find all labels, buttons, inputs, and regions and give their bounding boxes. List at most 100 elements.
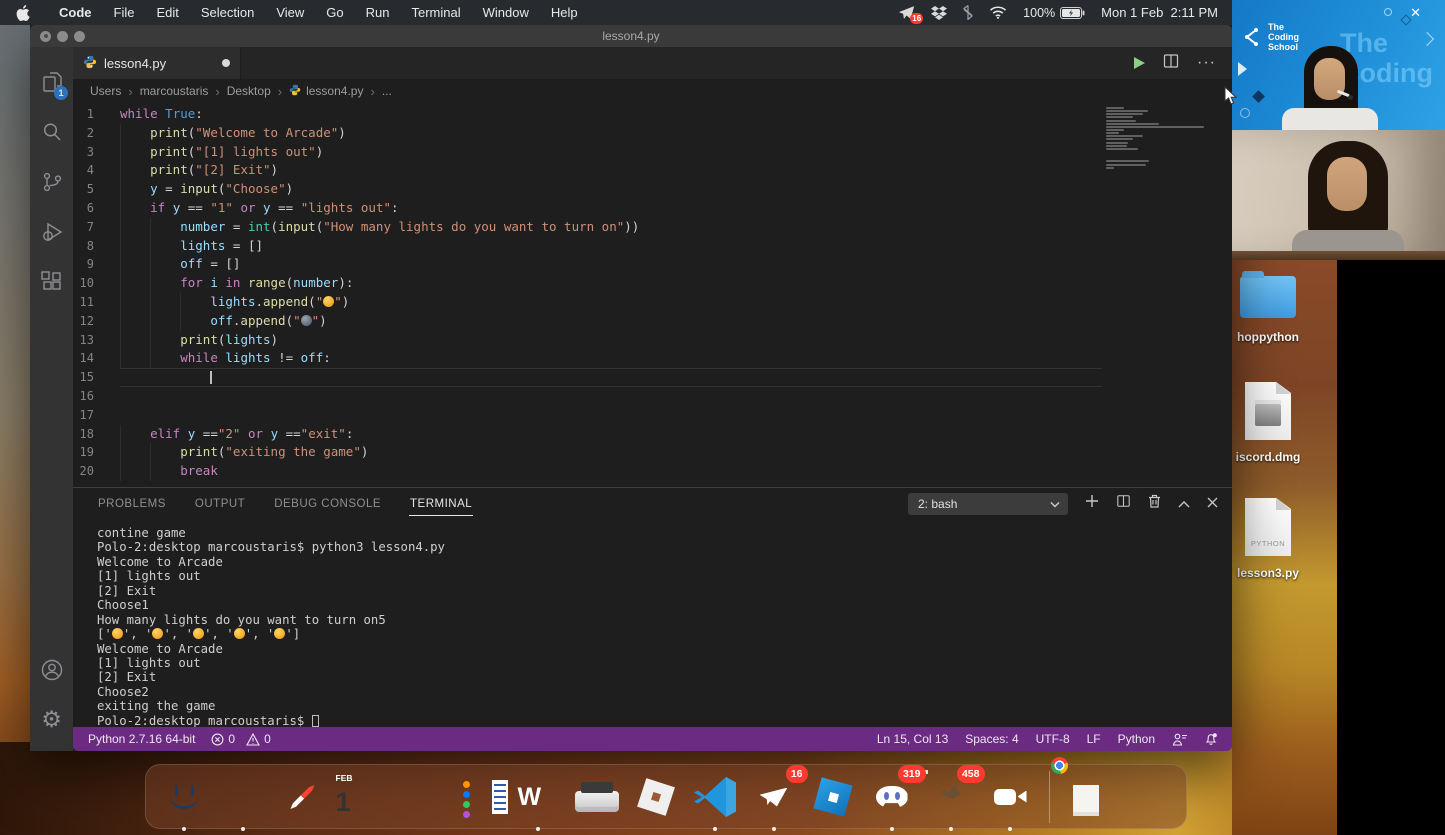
close-video-icon[interactable]: ✕ — [1410, 6, 1421, 19]
more-actions-icon[interactable]: ··· — [1197, 58, 1216, 68]
status-item-2[interactable]: UTF-8 — [1036, 732, 1070, 746]
telegram-menubar-icon[interactable]: 16 — [898, 5, 915, 20]
problems-status[interactable]: 0 0 — [211, 732, 270, 746]
settings-gear-icon[interactable]: ⚙ — [30, 695, 73, 745]
menu-item-code[interactable]: Code — [48, 5, 103, 20]
notifications-bell-icon[interactable] — [1204, 732, 1218, 746]
dock-item-roblox[interactable] — [631, 772, 681, 822]
breadcrumb-item-1[interactable]: marcoustaris — [140, 84, 209, 98]
code-line[interactable]: 19 print("exiting the game") — [73, 443, 1102, 462]
dock-item-telegram[interactable]: 16 — [749, 772, 799, 822]
code-line[interactable]: 2 print("Welcome to Arcade") — [73, 124, 1102, 143]
menu-item-file[interactable]: File — [103, 5, 146, 20]
code-line[interactable]: 14 while lights != off: — [73, 349, 1102, 368]
breadcrumb-item-3[interactable]: lesson4.py — [289, 84, 363, 99]
code-line[interactable]: 5 y = input("Choose") — [73, 180, 1102, 199]
search-icon[interactable] — [30, 107, 73, 157]
menu-item-selection[interactable]: Selection — [190, 5, 265, 20]
code-line[interactable]: 6 if y == "1" or y == "lights out": — [73, 199, 1102, 218]
code-line[interactable]: 16 — [73, 387, 1102, 406]
code-editor[interactable]: 1while True:2 print("Welcome to Arcade")… — [73, 103, 1232, 487]
split-editor-icon[interactable] — [1163, 53, 1179, 74]
panel-tab-output[interactable]: OUTPUT — [194, 491, 246, 516]
menu-item-view[interactable]: View — [265, 5, 315, 20]
code-line[interactable]: 20 break — [73, 462, 1102, 481]
panel-tab-terminal[interactable]: TERMINAL — [409, 491, 473, 516]
video-feed-instructor[interactable]: The Coding School The Coding ✕ — [1232, 0, 1445, 130]
status-item-0[interactable]: Ln 15, Col 13 — [877, 732, 948, 746]
code-line[interactable]: 17 — [73, 406, 1102, 425]
terminal-shell-selector[interactable]: 2: bash — [908, 493, 1068, 515]
terminal-output[interactable]: contine gamePolo-2:desktop marcoustaris$… — [73, 519, 1232, 727]
account-icon[interactable] — [30, 645, 73, 695]
breadcrumb-item-2[interactable]: Desktop — [227, 84, 271, 98]
source-control-icon[interactable] — [30, 157, 73, 207]
bluetooth-menubar-icon[interactable] — [963, 5, 973, 20]
code-line[interactable]: 7 number = int(input("How many lights do… — [73, 218, 1102, 237]
menubar-clock[interactable]: Mon 1 Feb 2:11 PM — [1101, 5, 1218, 20]
dock-item-finder[interactable] — [159, 772, 209, 822]
dock-item-printer[interactable] — [572, 772, 622, 822]
kill-terminal-icon[interactable] — [1148, 494, 1161, 513]
extensions-icon[interactable] — [30, 257, 73, 307]
code-line[interactable]: 3 print("[1] lights out") — [73, 143, 1102, 162]
dock-item-chrome[interactable] — [218, 772, 268, 822]
dock-item-calendar[interactable]: FEB1 — [336, 772, 386, 822]
dropbox-menubar-icon[interactable] — [931, 6, 947, 20]
close-panel-icon[interactable] — [1207, 495, 1218, 513]
dock-item-roblox-studio[interactable] — [808, 772, 858, 822]
code-line[interactable]: 18 elif y =="2" or y =="exit": — [73, 425, 1102, 444]
dock-item-downloads[interactable] — [1065, 772, 1115, 822]
code-line[interactable]: 11 lights.append("") — [73, 293, 1102, 312]
panel-tab-problems[interactable]: PROBLEMS — [97, 491, 167, 516]
status-item-4[interactable]: Python — [1118, 732, 1155, 746]
code-line[interactable]: 12 off.append("") — [73, 312, 1102, 331]
dock-item-zoom[interactable] — [985, 772, 1035, 822]
vscode-titlebar[interactable]: lesson4.py — [30, 25, 1232, 47]
dock-item-safari[interactable] — [277, 772, 327, 822]
python-interpreter-status[interactable]: Python 2.7.16 64-bit — [88, 732, 195, 746]
breadcrumb-item-4[interactable]: ... — [382, 84, 392, 98]
breadcrumb-item-0[interactable]: Users — [90, 84, 121, 98]
tab-lesson4[interactable]: lesson4.py — [73, 47, 241, 79]
code-line[interactable]: 13 print(lights) — [73, 331, 1102, 350]
new-terminal-icon[interactable] — [1085, 494, 1099, 513]
menu-item-edit[interactable]: Edit — [145, 5, 189, 20]
status-item-3[interactable]: LF — [1087, 732, 1101, 746]
desktop-icon-iscord-dmg[interactable]: iscord.dmg — [1245, 382, 1291, 440]
run-python-file-button[interactable] — [1134, 57, 1145, 69]
code-line[interactable]: 4 print("[2] Exit") — [73, 161, 1102, 180]
minimap[interactable] — [1106, 107, 1224, 170]
feedback-icon[interactable] — [1172, 733, 1187, 746]
explorer-icon[interactable]: 1 — [30, 57, 73, 107]
code-line[interactable]: 1while True: — [73, 105, 1102, 124]
menu-item-go[interactable]: Go — [315, 5, 354, 20]
code-line[interactable]: 8 lights = [] — [73, 237, 1102, 256]
code-line[interactable]: 10 for i in range(number): — [73, 274, 1102, 293]
menu-item-terminal[interactable]: Terminal — [401, 5, 472, 20]
menu-item-help[interactable]: Help — [540, 5, 589, 20]
desktop-icon-lesson3-py[interactable]: PYTHONlesson3.py — [1245, 498, 1291, 556]
code-line[interactable]: 9 off = [] — [73, 255, 1102, 274]
indent-guide — [120, 293, 121, 312]
dock-item-notes[interactable] — [395, 772, 445, 822]
panel-tab-debug-console[interactable]: DEBUG CONSOLE — [273, 491, 382, 516]
code-line[interactable]: 15 — [73, 368, 1102, 387]
desktop-icon-hoppython[interactable]: hoppython — [1240, 276, 1296, 318]
dock-item-trash[interactable] — [1124, 772, 1174, 822]
macos-menubar: CodeFileEditSelectionViewGoRunTerminalWi… — [0, 0, 1232, 25]
menu-item-run[interactable]: Run — [355, 5, 401, 20]
dock-item-mail[interactable]: 458 — [926, 772, 976, 822]
wifi-menubar-icon[interactable] — [989, 6, 1007, 19]
menu-item-window[interactable]: Window — [472, 5, 540, 20]
apple-menu-icon[interactable] — [16, 5, 30, 21]
battery-indicator[interactable]: 100% — [1023, 6, 1085, 20]
video-feed-student[interactable] — [1232, 130, 1445, 260]
maximize-panel-icon[interactable] — [1178, 495, 1190, 513]
run-debug-icon[interactable] — [30, 207, 73, 257]
status-item-1[interactable]: Spaces: 4 — [965, 732, 1018, 746]
split-terminal-icon[interactable] — [1116, 494, 1131, 513]
dock-item-vscode[interactable] — [690, 772, 740, 822]
dock-item-discord[interactable]: 319 — [867, 772, 917, 822]
dock-item-word[interactable]: W — [513, 772, 563, 822]
